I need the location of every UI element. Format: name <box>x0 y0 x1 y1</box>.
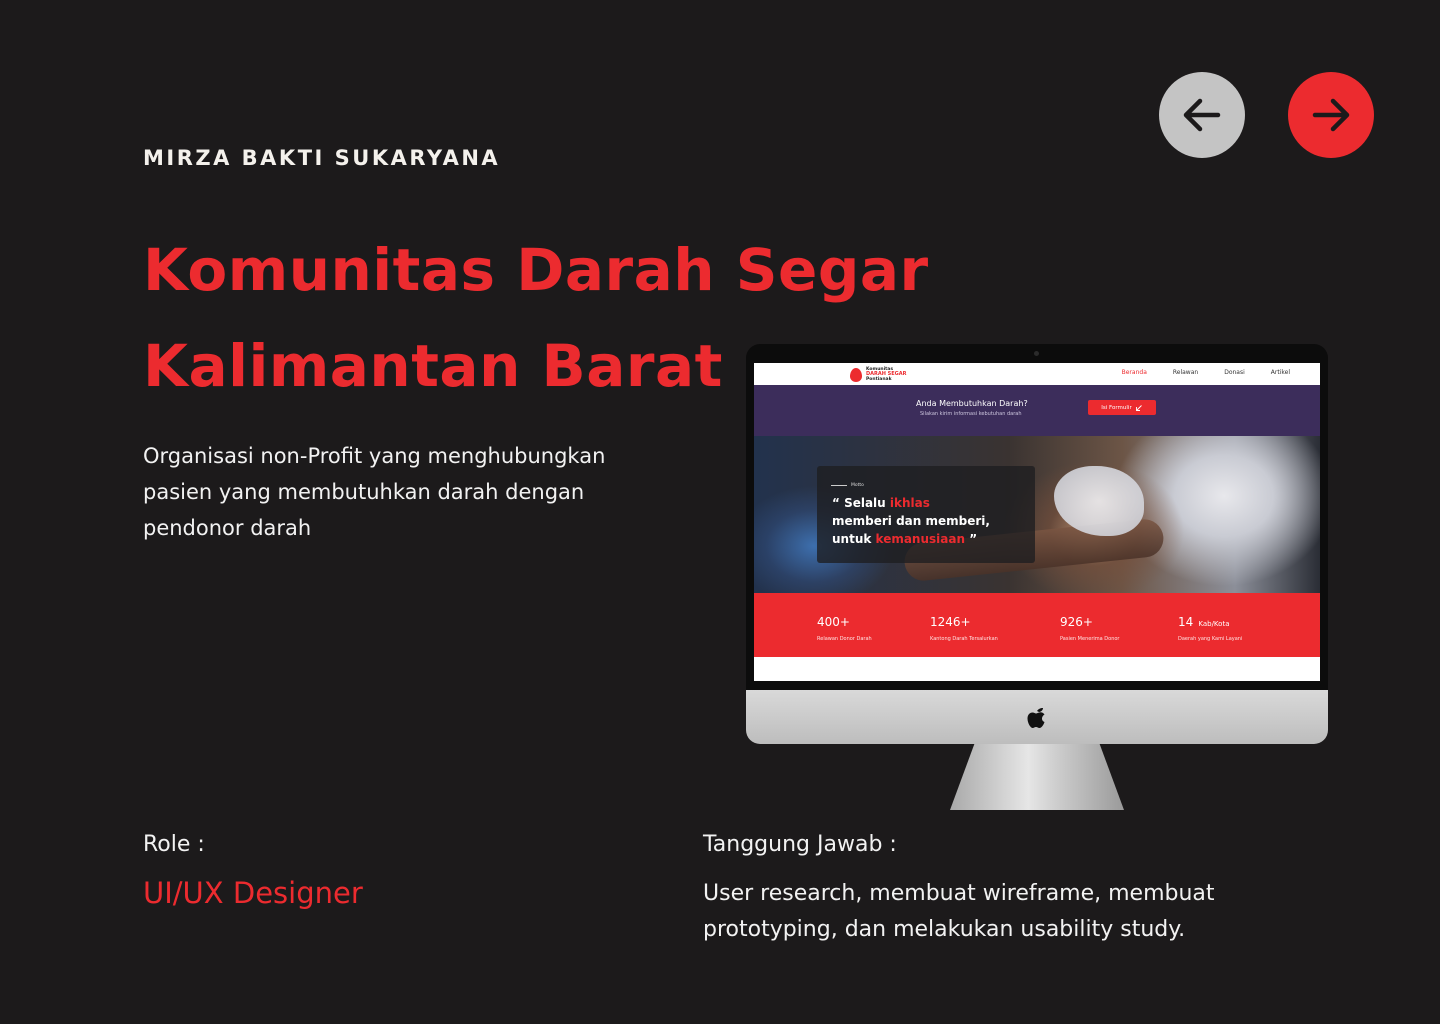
motto-quote: “ Selalu ikhlas memberi dan memberi, unt… <box>832 494 1032 548</box>
stat-unit: Kab/Kota <box>1198 620 1230 628</box>
site-banner: Anda Membutuhkan Darah? Silakan kirim in… <box>754 385 1320 436</box>
role-label: Role : <box>143 832 205 857</box>
quote-highlight-1: ikhlas <box>889 496 930 510</box>
next-button[interactable] <box>1288 72 1374 158</box>
imac-mockup: Komunitas DARAH SEGAR Pontianak Beranda … <box>746 344 1328 812</box>
blood-drop-icon <box>850 367 862 382</box>
stat-label: Pasien Menerima Donor <box>1060 636 1120 642</box>
site-logo: Komunitas DARAH SEGAR Pontianak <box>850 367 907 382</box>
stat-number: 1246+ <box>930 615 971 629</box>
motto-label: Motto <box>831 483 864 488</box>
stat-number: 926+ <box>1060 615 1093 629</box>
menu-item-beranda: Beranda <box>1121 369 1147 376</box>
site-footer-strip <box>754 657 1320 681</box>
banner-subtitle: Silakan kirim informasi kebutuhan darah <box>920 411 1022 417</box>
stat-number: 14 <box>1178 615 1194 629</box>
logo-line-3: Pontianak <box>866 377 892 382</box>
form-button: Isi Formulir <box>1088 400 1156 415</box>
stat-item: 14 Kab/Kota Daerah yang Kami Layani <box>1178 611 1242 642</box>
site-menu: Beranda Relawan Donasi Artikel <box>1122 369 1290 376</box>
arrow-down-left-icon <box>1135 404 1142 411</box>
hero-photo: Motto “ Selalu ikhlas memberi dan member… <box>754 436 1320 593</box>
title-line-1: Komunitas Darah Segar <box>143 236 929 304</box>
stats-bar: 400+ Relawan Donor Darah 1246+ Kantong D… <box>754 593 1320 657</box>
quote-highlight-2: kemanusiaan <box>875 532 966 546</box>
imac-chin <box>746 690 1328 744</box>
hero-glove-shape <box>1054 466 1144 536</box>
logo-text: Komunitas DARAH SEGAR Pontianak <box>866 367 907 382</box>
stat-item: 926+ Pasien Menerima Donor <box>1060 611 1119 642</box>
banner-title: Anda Membutuhkan Darah? <box>916 399 1028 408</box>
stat-label: Daerah yang Kami Layani <box>1178 636 1243 642</box>
responsibility-value: User research, membuat wireframe, membua… <box>703 881 1215 942</box>
site-navbar: Komunitas DARAH SEGAR Pontianak Beranda … <box>754 363 1320 385</box>
menu-item-donasi: Donasi <box>1224 369 1245 376</box>
menu-item-artikel: Artikel <box>1270 369 1290 376</box>
imac-stand <box>950 744 1124 810</box>
camera-dot <box>1034 351 1039 356</box>
quote-untuk: untuk <box>832 532 876 546</box>
quote-middle: memberi dan memberi, <box>832 514 990 528</box>
stat-item: 400+ Relawan Donor Darah <box>817 611 872 642</box>
arrow-right-icon <box>1312 98 1350 132</box>
form-button-label: Isi Formulir <box>1101 404 1132 411</box>
stat-label: Relawan Donor Darah <box>817 636 872 642</box>
previous-button[interactable] <box>1159 72 1245 158</box>
website-screenshot: Komunitas DARAH SEGAR Pontianak Beranda … <box>754 363 1320 681</box>
motto-card: Motto “ Selalu ikhlas memberi dan member… <box>817 466 1035 563</box>
project-description: Organisasi non-Profit yang menghubungkan… <box>143 444 606 540</box>
quote-close: ” <box>965 532 978 546</box>
stat-number: 400+ <box>817 615 850 629</box>
responsibility-label: Tanggung Jawab : <box>703 832 897 857</box>
arrow-left-icon <box>1183 98 1221 132</box>
author-name: MIRZA BAKTI SUKARYANA <box>143 146 501 170</box>
menu-item-relawan: Relawan <box>1172 369 1199 376</box>
stat-label: Kantong Darah Tersalurkan <box>930 636 998 642</box>
stat-item: 1246+ Kantong Darah Tersalurkan <box>930 611 998 642</box>
quote-open: “ Selalu <box>832 496 890 510</box>
role-value: UI/UX Designer <box>143 876 363 910</box>
apple-logo-icon <box>1027 708 1045 728</box>
